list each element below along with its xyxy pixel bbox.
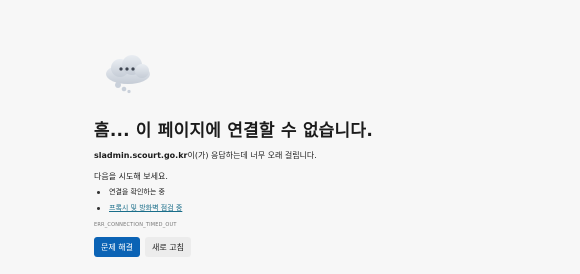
- bullet-icon: [97, 207, 100, 210]
- proxy-firewall-link[interactable]: 프록시 및 방화벽 점검 중: [109, 204, 182, 212]
- cloud-icon: [100, 54, 156, 94]
- refresh-button[interactable]: 새로 고침: [144, 237, 191, 257]
- troubleshoot-button[interactable]: 문제 해결: [94, 237, 140, 257]
- host-name: sladmin.scourt.go.kr: [94, 151, 188, 160]
- suggestion-check-connection: 연결을 확인하는 중: [94, 186, 182, 202]
- page-title: 흠... 이 페이지에 연결할 수 없습니다.: [94, 121, 373, 141]
- suggestion-check-proxy-firewall: 프록시 및 방화벽 점검 중: [94, 202, 182, 218]
- action-buttons: 문제 해결 새로 고침: [94, 237, 191, 257]
- suggestions-list: 연결을 확인하는 중 프록시 및 방화벽 점검 중: [94, 186, 182, 218]
- bullet-icon: [97, 191, 100, 194]
- error-description: sladmin.scourt.go.kr이(가) 응답하는데 너무 오래 걸립니…: [94, 150, 317, 161]
- suggestion-label: 연결을 확인하는 중: [109, 188, 165, 196]
- suggestions-heading: 다음을 시도해 보세요.: [94, 172, 168, 181]
- error-description-text: 이(가) 응답하는데 너무 오래 걸립니다.: [187, 151, 317, 160]
- error-code: ERR_CONNECTION_TIMED_OUT: [94, 222, 177, 228]
